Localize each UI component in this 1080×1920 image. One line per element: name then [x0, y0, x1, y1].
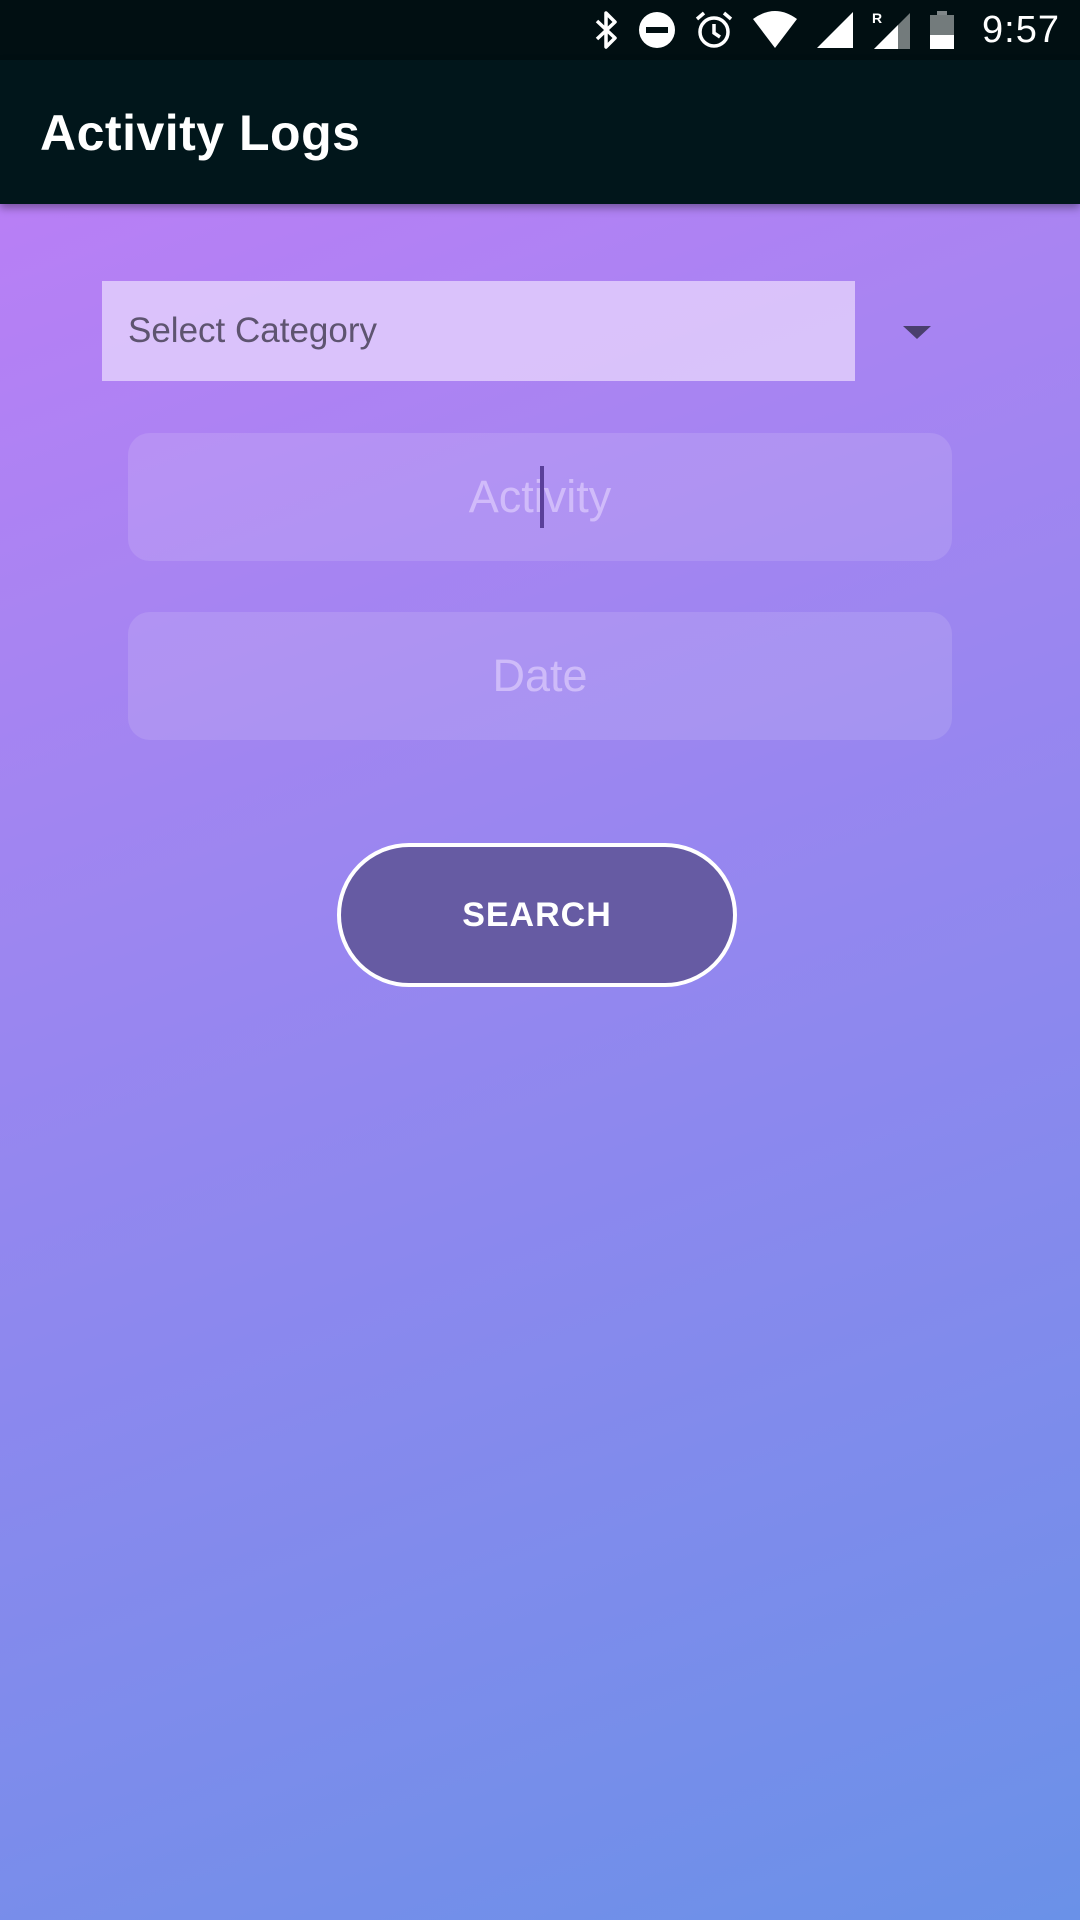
alarm-icon	[694, 10, 734, 50]
status-time: 9:57	[982, 8, 1060, 51]
battery-icon	[930, 11, 955, 49]
category-dropdown[interactable]: Select Category	[102, 281, 855, 381]
app-bar: Activity Logs	[0, 60, 1080, 204]
date-input[interactable]	[128, 612, 952, 740]
cell-signal-icon	[816, 11, 854, 49]
wifi-icon	[752, 11, 798, 49]
do-not-disturb-icon	[638, 11, 676, 49]
text-cursor	[540, 466, 544, 528]
roaming-label: R	[872, 10, 882, 26]
roaming-signal-icon: R	[872, 10, 912, 50]
category-dropdown-label: Select Category	[128, 311, 378, 350]
bluetooth-icon	[594, 10, 620, 50]
status-icons: R 9:57	[576, 0, 1060, 60]
date-field[interactable]	[128, 612, 952, 740]
screen: R 9:57 Activity Logs Select Category SEA…	[0, 0, 1080, 1920]
status-bar: R 9:57	[0, 0, 1080, 60]
search-button[interactable]: SEARCH	[337, 843, 737, 987]
page-title: Activity Logs	[40, 105, 361, 161]
chevron-down-icon[interactable]	[903, 326, 931, 339]
